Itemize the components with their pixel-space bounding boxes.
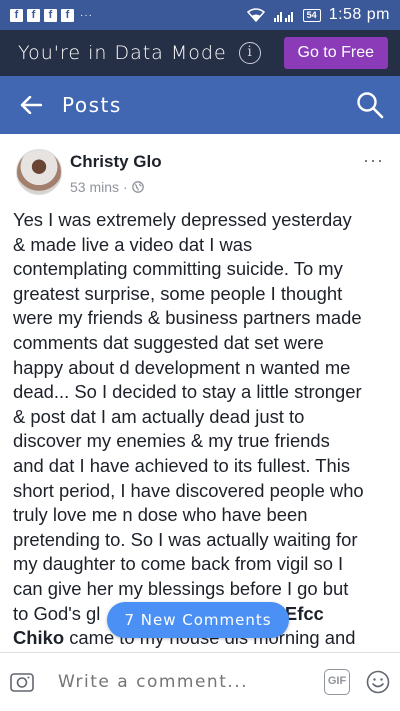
info-icon[interactable]: i — [238, 42, 261, 64]
mention-chiko[interactable]: Chiko — [13, 627, 64, 648]
posts-header: Posts — [0, 76, 400, 134]
post-text-line: short period, I have discovered people w… — [13, 479, 364, 501]
status-bar: f f f f ··· 54 1:58 pm — [0, 0, 400, 30]
comment-input[interactable] — [58, 672, 278, 692]
gif-icon[interactable]: GIF — [324, 669, 350, 695]
post-text-line: greatest surprise, some people I thought — [13, 282, 343, 304]
emoji-icon[interactable] — [366, 670, 390, 694]
facebook-notification-icon: f — [61, 8, 74, 22]
data-mode-bar: You're in Data Mode i Go to Free — [0, 30, 400, 76]
post-text-line: can give her my blessings before I go bu… — [13, 577, 349, 599]
search-icon[interactable] — [356, 91, 384, 119]
back-arrow-icon[interactable] — [20, 96, 42, 114]
post-text-line: comments dat suggested dat set were — [13, 331, 324, 353]
new-comments-button[interactable]: 7 New Comments — [107, 602, 289, 638]
clock-time: 1:58 pm — [328, 6, 390, 23]
post-text-line: contemplating committing suicide. To my — [13, 258, 343, 280]
battery-icon: 54 — [302, 8, 321, 22]
facebook-notification-icon: f — [27, 8, 40, 22]
post-time[interactable]: 53 mins — [70, 179, 119, 195]
signal-icon — [273, 12, 293, 22]
post-text-line: were my friends & business partners made — [13, 307, 362, 329]
post-text-line: and dat I have achieved to its fullest. … — [13, 454, 351, 476]
post-header: Christy Glo 53 mins · ··· — [0, 134, 400, 204]
post-text-line: dead... So I decided to stay a little st… — [13, 381, 362, 403]
page-title: Posts — [62, 93, 122, 117]
wifi-icon — [246, 8, 265, 22]
data-mode-text: You're in Data Mode — [18, 42, 227, 64]
globe-icon — [131, 181, 144, 193]
post-text-line: Yes I was extremely depressed yesterday — [13, 209, 352, 230]
post-text: Yes I was extremely depressed yesterday … — [13, 208, 394, 652]
facebook-notification-icon: f — [44, 8, 57, 22]
author-name[interactable]: Christy Glo — [70, 152, 162, 172]
camera-icon[interactable] — [10, 671, 34, 693]
post-text-line: happy about d development n wanted me — [13, 356, 351, 378]
notification-icons: f f f f ··· — [10, 8, 93, 22]
post-text-line: & post dat I am actually dead just to — [13, 405, 305, 427]
post-text-line: truly love me n dose who have been — [13, 504, 308, 526]
go-to-free-button[interactable]: Go to Free — [283, 37, 388, 69]
avatar[interactable] — [16, 149, 62, 195]
meta-separator: · — [123, 179, 128, 195]
comment-bar: GIF — [0, 652, 400, 711]
post-text-line: discover my enemies & my true friends — [13, 430, 330, 452]
post-meta: 53 mins · — [70, 179, 162, 195]
mention-efcc[interactable]: Efcc — [285, 603, 324, 624]
more-options-icon[interactable]: ··· — [363, 150, 384, 190]
facebook-notification-icon: f — [10, 8, 23, 22]
post-text-fragment: to God's gl — [13, 602, 101, 624]
post-text-line: my daughter to come back from vigil so I — [13, 553, 344, 575]
overflow-notification-icon: ··· — [80, 9, 93, 21]
post-text-line: & made live a video dat I was — [13, 233, 253, 255]
post-text-line: pretending to. So I was actually waiting… — [13, 528, 358, 550]
